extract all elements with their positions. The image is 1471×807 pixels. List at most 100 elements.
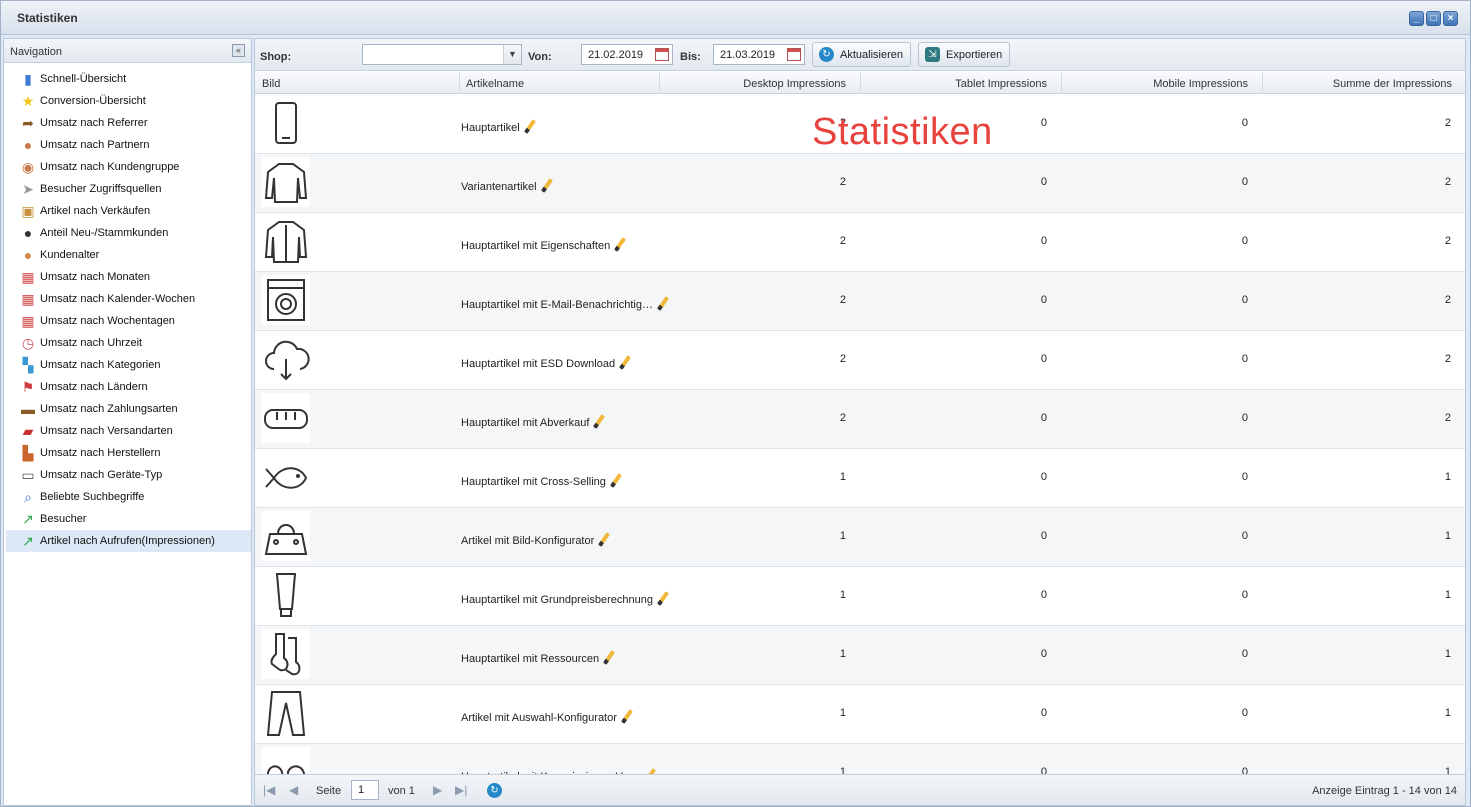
trousers-icon bbox=[262, 688, 310, 738]
to-date-value: 21.03.2019 bbox=[720, 49, 776, 61]
sidebar-item[interactable]: ▰ Umsatz nach Versandarten bbox=[4, 420, 251, 442]
mobile-impressions-cell: 0 bbox=[1241, 412, 1248, 424]
desktop-impressions-cell: 1 bbox=[839, 471, 846, 483]
tablet-impressions-cell: 0 bbox=[1040, 707, 1047, 719]
card-icon: ▬ bbox=[21, 401, 35, 417]
from-label: Von: bbox=[528, 51, 552, 63]
statistics-window: Statistiken _ □ × Navigation « ▮ Schnell-… bbox=[0, 0, 1471, 807]
column-header-image[interactable]: Bild bbox=[255, 72, 460, 94]
tablet-impressions-cell: 0 bbox=[1040, 353, 1047, 365]
refresh-icon[interactable]: ↻ bbox=[487, 783, 502, 798]
sidebar-item[interactable]: ⚑ Umsatz nach Ländern bbox=[4, 376, 251, 398]
last-page-icon[interactable]: ▶| bbox=[455, 783, 467, 797]
table-row[interactable]: Hauptartikel mit Grundpreisberechnung 1 0 0… bbox=[255, 567, 1465, 626]
close-icon[interactable]: × bbox=[1443, 11, 1458, 26]
tablet-impressions-cell: 0 bbox=[1040, 589, 1047, 601]
edit-pencil-icon[interactable] bbox=[619, 355, 632, 370]
edit-pencil-icon[interactable] bbox=[593, 414, 606, 429]
calendar-icon[interactable] bbox=[655, 48, 669, 61]
page-input[interactable]: 1 bbox=[351, 780, 379, 800]
refresh-icon: ↻ bbox=[819, 47, 834, 62]
edit-pencil-icon[interactable] bbox=[609, 473, 622, 488]
calendar-icon[interactable] bbox=[787, 48, 801, 61]
sum-impressions-cell: 2 bbox=[1444, 235, 1451, 247]
sidebar-item[interactable]: ▭ Umsatz nach Geräte-Typ bbox=[4, 464, 251, 486]
sidebar-item[interactable]: ⌕ Beliebte Suchbegriffe bbox=[4, 486, 251, 508]
collapse-icon[interactable]: « bbox=[232, 44, 245, 57]
sidebar-item[interactable]: ▣ Artikel nach Verkäufen bbox=[4, 200, 251, 222]
edit-pencil-icon[interactable] bbox=[657, 591, 669, 606]
sidebar-item[interactable]: ➦ Umsatz nach Referrer bbox=[4, 112, 251, 134]
table-row[interactable]: Hauptartikel mit Kommissionen Ve…1001 bbox=[255, 744, 1465, 774]
sidebar-item[interactable]: ➤ Besucher Zugriffsquellen bbox=[4, 178, 251, 200]
sidebar-item[interactable]: ● Anteil Neu-/Stammkunden bbox=[4, 222, 251, 244]
grid-body: Hauptartikel 2 0 0 2 Variantenartikel 2 0 0 2 Haup… bbox=[255, 95, 1465, 774]
sidebar-item[interactable]: ● Umsatz nach Partnern bbox=[4, 134, 251, 156]
chevron-down-icon[interactable]: ▼ bbox=[503, 45, 521, 64]
sidebar-item[interactable]: ▦ Umsatz nach Kalender-Wochen bbox=[4, 288, 251, 310]
from-date-field[interactable]: 21.02.2019 bbox=[581, 44, 673, 65]
table-row[interactable]: Variantenartikel 2 0 0 2 bbox=[255, 154, 1465, 213]
export-button[interactable]: ⇲ Exportieren bbox=[918, 42, 1011, 67]
table-row[interactable]: Hauptartikel mit Eigenschaften 2 0 0 2 bbox=[255, 213, 1465, 272]
sidebar-item[interactable]: ★ Conversion-Übersicht bbox=[4, 90, 251, 112]
mobile-impressions-cell: 0 bbox=[1241, 589, 1248, 601]
column-header-desktop[interactable]: Desktop Impressions bbox=[660, 72, 861, 94]
mobile-impressions-cell: 0 bbox=[1241, 353, 1248, 365]
article-name: Hauptartikel bbox=[461, 122, 520, 134]
truck-icon: ▰ bbox=[22, 422, 34, 439]
article-name-cell: Hauptartikel mit Grundpreisberechnung bbox=[461, 591, 669, 606]
sidebar-item[interactable]: ▙ Umsatz nach Herstellern bbox=[4, 442, 251, 464]
tube-icon bbox=[262, 570, 310, 620]
sidebar-item[interactable]: ◷ Umsatz nach Uhrzeit bbox=[4, 332, 251, 354]
column-header-mobile[interactable]: Mobile Impressions bbox=[1062, 72, 1263, 94]
first-page-icon[interactable]: |◀ bbox=[263, 783, 275, 797]
sidebar-item[interactable]: ▮ Schnell-Übersicht bbox=[4, 68, 251, 90]
edit-pencil-icon[interactable] bbox=[540, 178, 553, 193]
table-row[interactable]: Artikel mit Bild-Konfigurator 1 0 0 1 bbox=[255, 508, 1465, 567]
previous-page-icon[interactable]: ◀ bbox=[289, 783, 298, 797]
sidebar-item-label: Besucher bbox=[40, 513, 87, 525]
next-page-icon[interactable]: ▶ bbox=[433, 783, 442, 797]
sidebar-item[interactable]: ↗ Besucher bbox=[4, 508, 251, 530]
shop-select[interactable]: ▼ bbox=[362, 44, 522, 65]
column-header-name[interactable]: Artikelname bbox=[460, 72, 660, 94]
edit-pencil-icon[interactable] bbox=[523, 119, 536, 134]
mobile-impressions-cell: 0 bbox=[1241, 648, 1248, 660]
cursor-icon: ➤ bbox=[22, 180, 34, 197]
article-name: Hauptartikel mit ESD Download bbox=[461, 358, 616, 370]
sidebar-item[interactable]: ↗ Artikel nach Aufrufen(Impressionen) bbox=[6, 530, 251, 552]
tablet-impressions-cell: 0 bbox=[1040, 530, 1047, 542]
sidebar-item[interactable]: ▬ Umsatz nach Zahlungsarten bbox=[4, 398, 251, 420]
table-row[interactable]: Artikel mit Auswahl-Konfigurator 1 0 0 1 bbox=[255, 685, 1465, 744]
sidebar-item[interactable]: ▚ Umsatz nach Kategorien bbox=[4, 354, 251, 376]
navigation-title: Navigation bbox=[10, 46, 62, 58]
edit-pencil-icon[interactable] bbox=[603, 650, 616, 665]
sidebar-item-label: Umsatz nach Kundengruppe bbox=[40, 161, 180, 173]
to-date-field[interactable]: 21.03.2019 bbox=[713, 44, 805, 65]
sidebar-item[interactable]: ▦ Umsatz nach Monaten bbox=[4, 266, 251, 288]
table-row[interactable]: Hauptartikel mit E-Mail-Benachrichtig… 2 0… bbox=[255, 272, 1465, 331]
column-header-sum[interactable]: Summe der Impressions bbox=[1263, 72, 1465, 94]
edit-pencil-icon[interactable] bbox=[598, 532, 611, 547]
desktop-impressions-cell: 2 bbox=[839, 353, 846, 365]
sidebar-item[interactable]: ▦ Umsatz nach Wochentagen bbox=[4, 310, 251, 332]
table-row[interactable]: Hauptartikel mit Cross-Selling 1 0 0 1 bbox=[255, 449, 1465, 508]
sidebar-item[interactable]: ◉ Umsatz nach Kundengruppe bbox=[4, 156, 251, 178]
edit-pencil-icon[interactable] bbox=[657, 296, 669, 311]
sidebar-item-label: Anteil Neu-/Stammkunden bbox=[40, 227, 169, 239]
desktop-impressions-cell: 1 bbox=[839, 589, 846, 601]
table-row[interactable]: Hauptartikel mit Abverkauf 2 0 0 2 bbox=[255, 390, 1465, 449]
sidebar-item[interactable]: ● Kundenalter bbox=[4, 244, 251, 266]
maximize-icon[interactable]: □ bbox=[1426, 11, 1441, 26]
minimize-icon[interactable]: _ bbox=[1409, 11, 1424, 26]
table-row[interactable]: Hauptartikel mit Ressourcen 1 0 0 1 bbox=[255, 626, 1465, 685]
sidebar-item-label: Artikel nach Aufrufen(Impressionen) bbox=[40, 535, 215, 547]
article-name-cell: Hauptartikel mit Eigenschaften bbox=[461, 237, 627, 252]
tablet-impressions-cell: 0 bbox=[1040, 176, 1047, 188]
edit-pencil-icon[interactable] bbox=[620, 709, 633, 724]
refresh-button[interactable]: ↻ Aktualisieren bbox=[812, 42, 911, 67]
column-header-tablet[interactable]: Tablet Impressions bbox=[861, 72, 1062, 94]
table-row[interactable]: Hauptartikel mit ESD Download 2 0 0 2 bbox=[255, 331, 1465, 390]
edit-pencil-icon[interactable] bbox=[614, 237, 627, 252]
